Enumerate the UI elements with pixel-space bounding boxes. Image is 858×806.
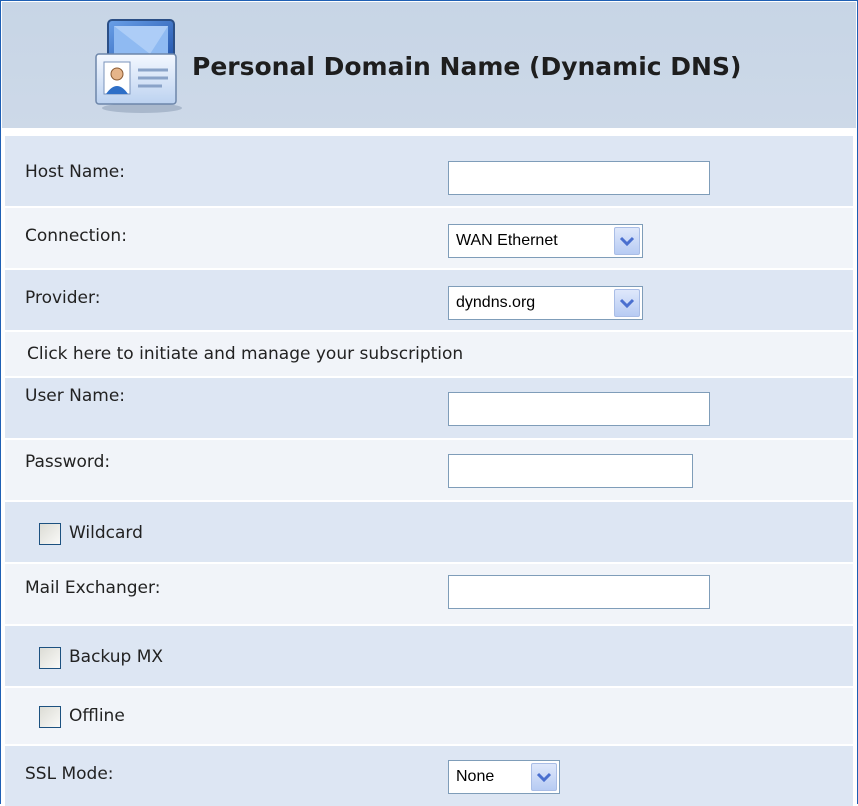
wildcard-label: Wildcard (69, 523, 143, 543)
connection-label: Connection: (25, 226, 127, 246)
chevron-down-icon[interactable] (614, 227, 640, 255)
ddns-panel: Personal Domain Name (Dynamic DNS) Host … (0, 0, 858, 806)
panel-header: Personal Domain Name (Dynamic DNS) (2, 2, 856, 132)
backup-mx-label: Backup MX (69, 647, 164, 667)
wildcard-checkbox[interactable] (39, 523, 61, 545)
mail-exchanger-label: Mail Exchanger: (25, 578, 161, 598)
provider-selected-value: dyndns.org (456, 294, 536, 311)
address-card-icon (95, 19, 182, 113)
user-name-label: User Name: (25, 386, 126, 406)
password-input[interactable] (448, 454, 693, 488)
subscription-link[interactable]: Click here to initiate and manage your s… (27, 344, 463, 364)
row-subscription: Click here to initiate and manage your s… (5, 332, 853, 378)
row-connection: Connection: WAN Ethernet (5, 208, 853, 270)
ssl-mode-select[interactable]: None (448, 760, 560, 794)
provider-label: Provider: (25, 288, 101, 308)
password-label: Password: (25, 452, 111, 472)
ssl-mode-label: SSL Mode: (25, 764, 114, 784)
host-name-label: Host Name: (25, 162, 125, 182)
user-name-input[interactable] (448, 392, 710, 426)
row-host-name: Host Name: (5, 136, 853, 208)
chevron-down-icon[interactable] (614, 289, 640, 317)
row-backup-mx: Backup MX (5, 626, 853, 688)
provider-select[interactable]: dyndns.org (448, 286, 643, 320)
row-mail-exchanger: Mail Exchanger: (5, 564, 853, 626)
row-provider: Provider: dyndns.org (5, 270, 853, 332)
backup-mx-checkbox[interactable] (39, 647, 61, 669)
mail-exchanger-input[interactable] (448, 575, 710, 609)
row-ssl-mode: SSL Mode: None (5, 746, 853, 806)
host-name-input[interactable] (448, 161, 710, 195)
offline-label: Offline (69, 706, 125, 726)
offline-checkbox[interactable] (39, 706, 61, 728)
chevron-down-icon[interactable] (531, 763, 557, 791)
connection-select[interactable]: WAN Ethernet (448, 224, 643, 258)
ssl-mode-selected-value: None (456, 768, 495, 785)
row-wildcard: Wildcard (5, 502, 853, 564)
page-title: Personal Domain Name (Dynamic DNS) (192, 52, 742, 81)
connection-selected-value: WAN Ethernet (456, 232, 558, 249)
row-user-name: User Name: (5, 378, 853, 440)
row-password: Password: (5, 440, 853, 502)
row-offline: Offline (5, 688, 853, 746)
